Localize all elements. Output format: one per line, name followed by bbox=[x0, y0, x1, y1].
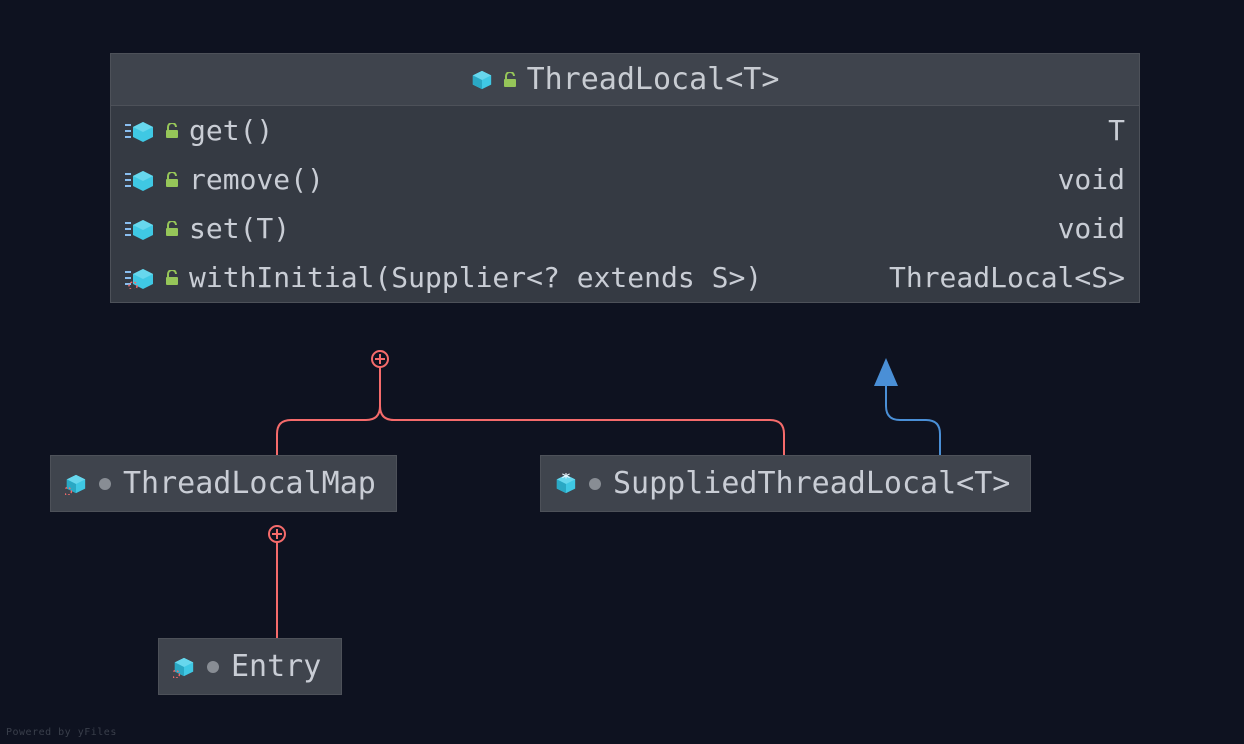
footer-credit: Powered by yFiles bbox=[6, 727, 117, 738]
cube-icon bbox=[471, 69, 493, 91]
unlock-icon bbox=[165, 172, 179, 188]
member-signature: withInitial(Supplier<? extends S>) bbox=[189, 261, 879, 294]
member-remove[interactable]: remove() void bbox=[111, 155, 1139, 204]
class-title: ThreadLocal<T> bbox=[527, 62, 780, 97]
member-return-type: void bbox=[1058, 212, 1125, 245]
member-signature: get() bbox=[189, 114, 1098, 147]
visibility-dot-icon bbox=[99, 478, 111, 490]
member-return-type: void bbox=[1058, 163, 1125, 196]
class-name: Entry bbox=[231, 649, 321, 684]
class-threadlocal-header: ThreadLocal<T> bbox=[111, 54, 1139, 106]
class-entry[interactable]: Entry bbox=[158, 638, 342, 695]
cube-icon bbox=[173, 656, 195, 678]
class-suppliedthreadlocal[interactable]: SuppliedThreadLocal<T> bbox=[540, 455, 1031, 512]
method-icon bbox=[125, 120, 155, 142]
visibility-dot-icon bbox=[589, 478, 601, 490]
static-method-icon bbox=[125, 267, 155, 289]
member-return-type: ThreadLocal<S> bbox=[889, 261, 1125, 294]
unlock-icon bbox=[165, 270, 179, 286]
unlock-icon bbox=[503, 72, 517, 88]
method-icon bbox=[125, 169, 155, 191]
member-signature: remove() bbox=[189, 163, 1048, 196]
final-cube-icon bbox=[555, 473, 577, 495]
method-icon bbox=[125, 218, 155, 240]
cube-icon bbox=[65, 473, 87, 495]
member-signature: set(T) bbox=[189, 212, 1048, 245]
member-set[interactable]: set(T) void bbox=[111, 204, 1139, 253]
unlock-icon bbox=[165, 123, 179, 139]
class-name: ThreadLocalMap bbox=[123, 466, 376, 501]
class-threadlocal[interactable]: ThreadLocal<T> get() T remove() bbox=[110, 53, 1140, 303]
member-return-type: T bbox=[1108, 114, 1125, 147]
class-name: SuppliedThreadLocal<T> bbox=[613, 466, 1010, 501]
member-withinitial[interactable]: withInitial(Supplier<? extends S>) Threa… bbox=[111, 253, 1139, 302]
class-threadlocalmap[interactable]: ThreadLocalMap bbox=[50, 455, 397, 512]
visibility-dot-icon bbox=[207, 661, 219, 673]
member-get[interactable]: get() T bbox=[111, 106, 1139, 155]
unlock-icon bbox=[165, 221, 179, 237]
